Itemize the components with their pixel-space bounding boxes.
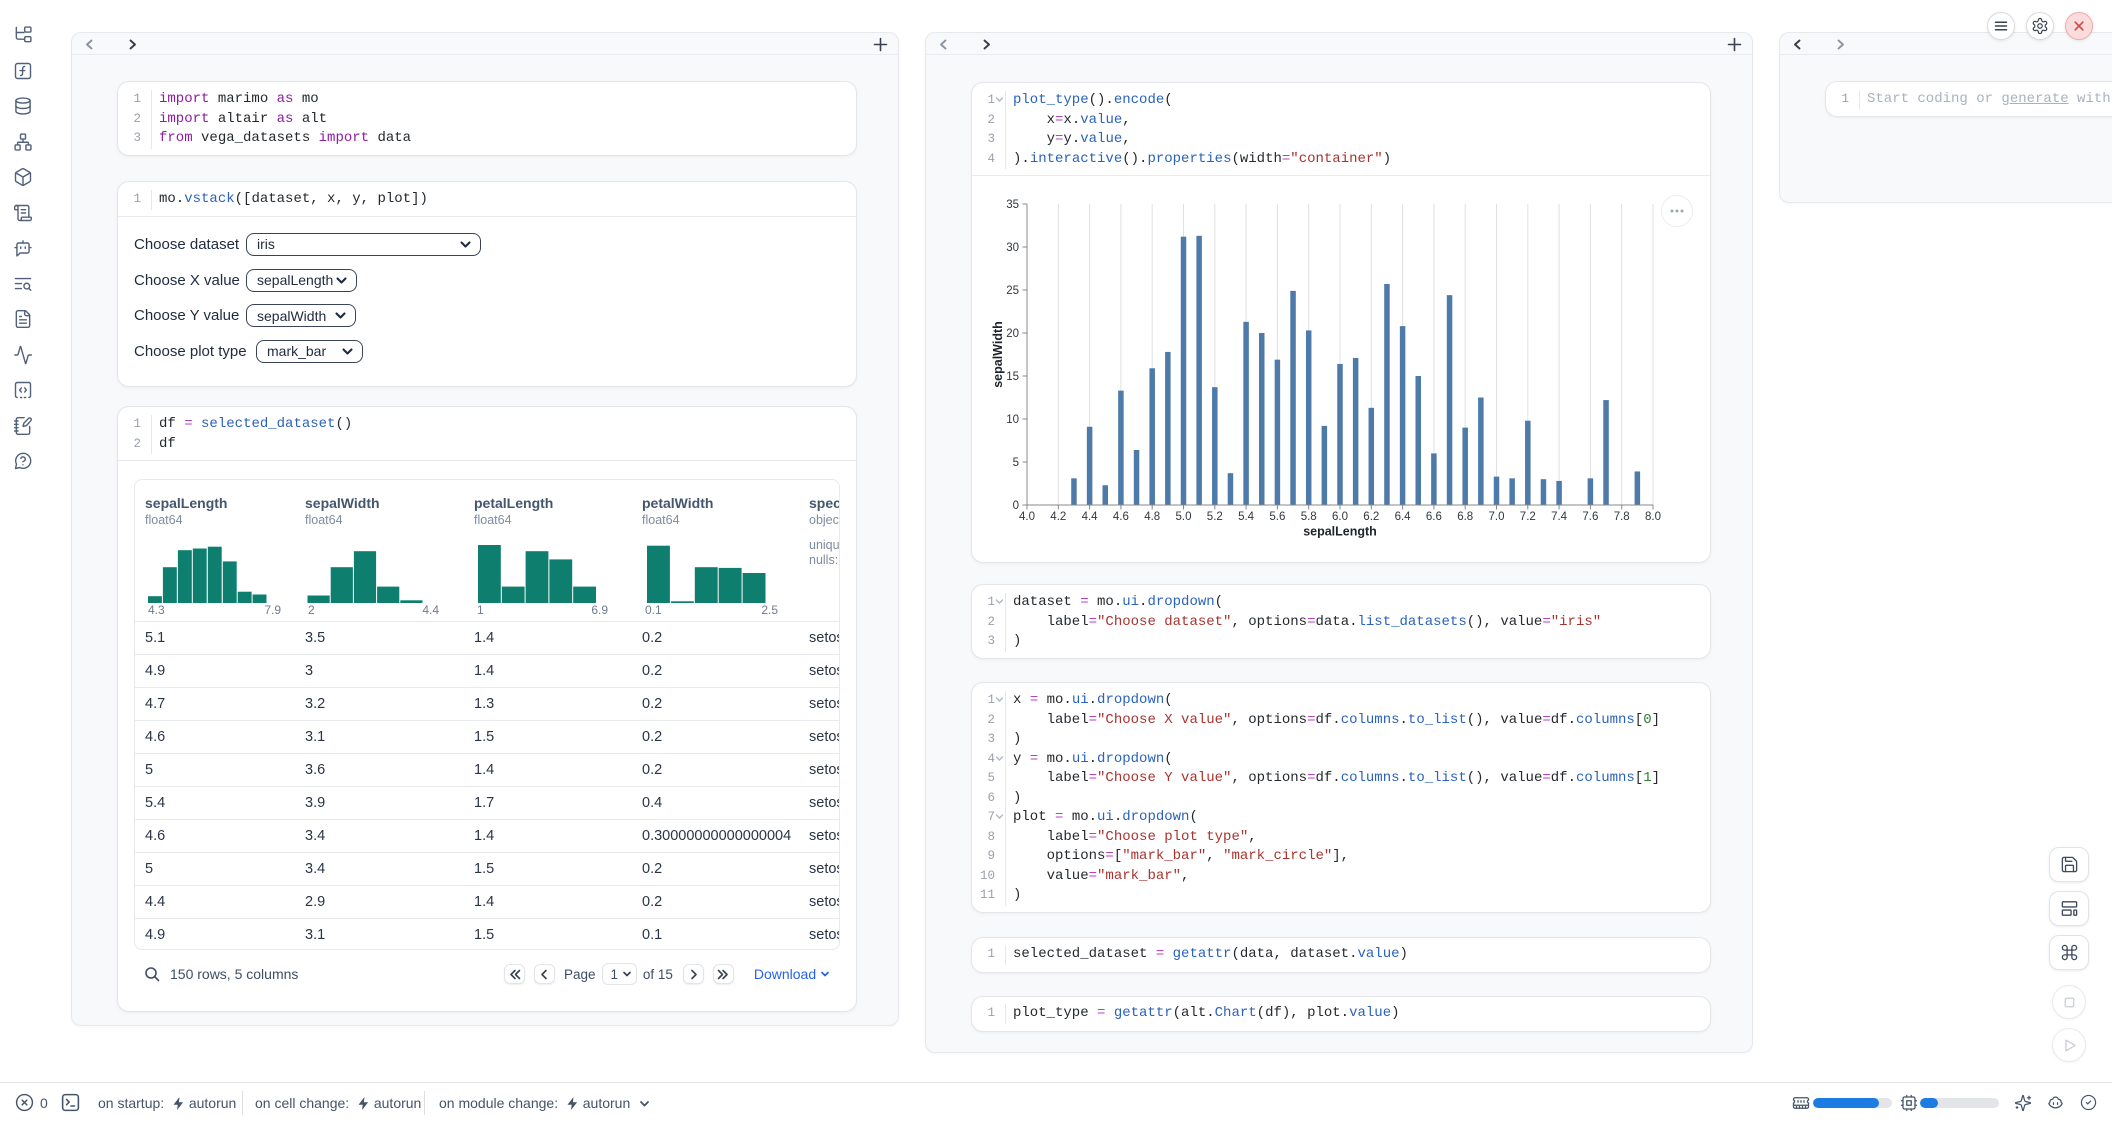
svg-text:5.0: 5.0 xyxy=(1176,511,1192,523)
svg-text:sepalLength: sepalLength xyxy=(1303,525,1377,539)
svg-text:7.6: 7.6 xyxy=(1582,511,1598,523)
svg-text:7.4: 7.4 xyxy=(1551,511,1568,523)
svg-text:7.2: 7.2 xyxy=(1520,511,1536,523)
svg-text:sepalWidth: sepalWidth xyxy=(991,321,1005,388)
svg-text:20: 20 xyxy=(1006,328,1019,340)
svg-text:4.2: 4.2 xyxy=(1050,511,1066,523)
svg-text:7.8: 7.8 xyxy=(1614,511,1630,523)
svg-text:4.0: 4.0 xyxy=(1019,511,1035,523)
svg-text:6.8: 6.8 xyxy=(1457,511,1473,523)
svg-text:4.8: 4.8 xyxy=(1144,511,1160,523)
svg-text:10: 10 xyxy=(1006,414,1019,426)
svg-text:4.6: 4.6 xyxy=(1113,511,1129,523)
svg-text:4.4: 4.4 xyxy=(1082,511,1099,523)
svg-text:5.6: 5.6 xyxy=(1269,511,1285,523)
svg-text:35: 35 xyxy=(1006,199,1019,211)
svg-text:30: 30 xyxy=(1006,242,1019,254)
svg-text:6.4: 6.4 xyxy=(1395,511,1412,523)
svg-text:25: 25 xyxy=(1006,285,1019,297)
svg-text:0: 0 xyxy=(1013,500,1019,512)
svg-text:7.0: 7.0 xyxy=(1489,511,1505,523)
svg-text:5: 5 xyxy=(1013,457,1019,469)
svg-text:5.4: 5.4 xyxy=(1238,511,1255,523)
svg-text:8.0: 8.0 xyxy=(1645,511,1661,523)
svg-text:6.0: 6.0 xyxy=(1332,511,1348,523)
svg-text:5.8: 5.8 xyxy=(1301,511,1317,523)
svg-text:15: 15 xyxy=(1006,371,1019,383)
svg-text:6.6: 6.6 xyxy=(1426,511,1442,523)
svg-text:5.2: 5.2 xyxy=(1207,511,1223,523)
svg-text:6.2: 6.2 xyxy=(1363,511,1379,523)
